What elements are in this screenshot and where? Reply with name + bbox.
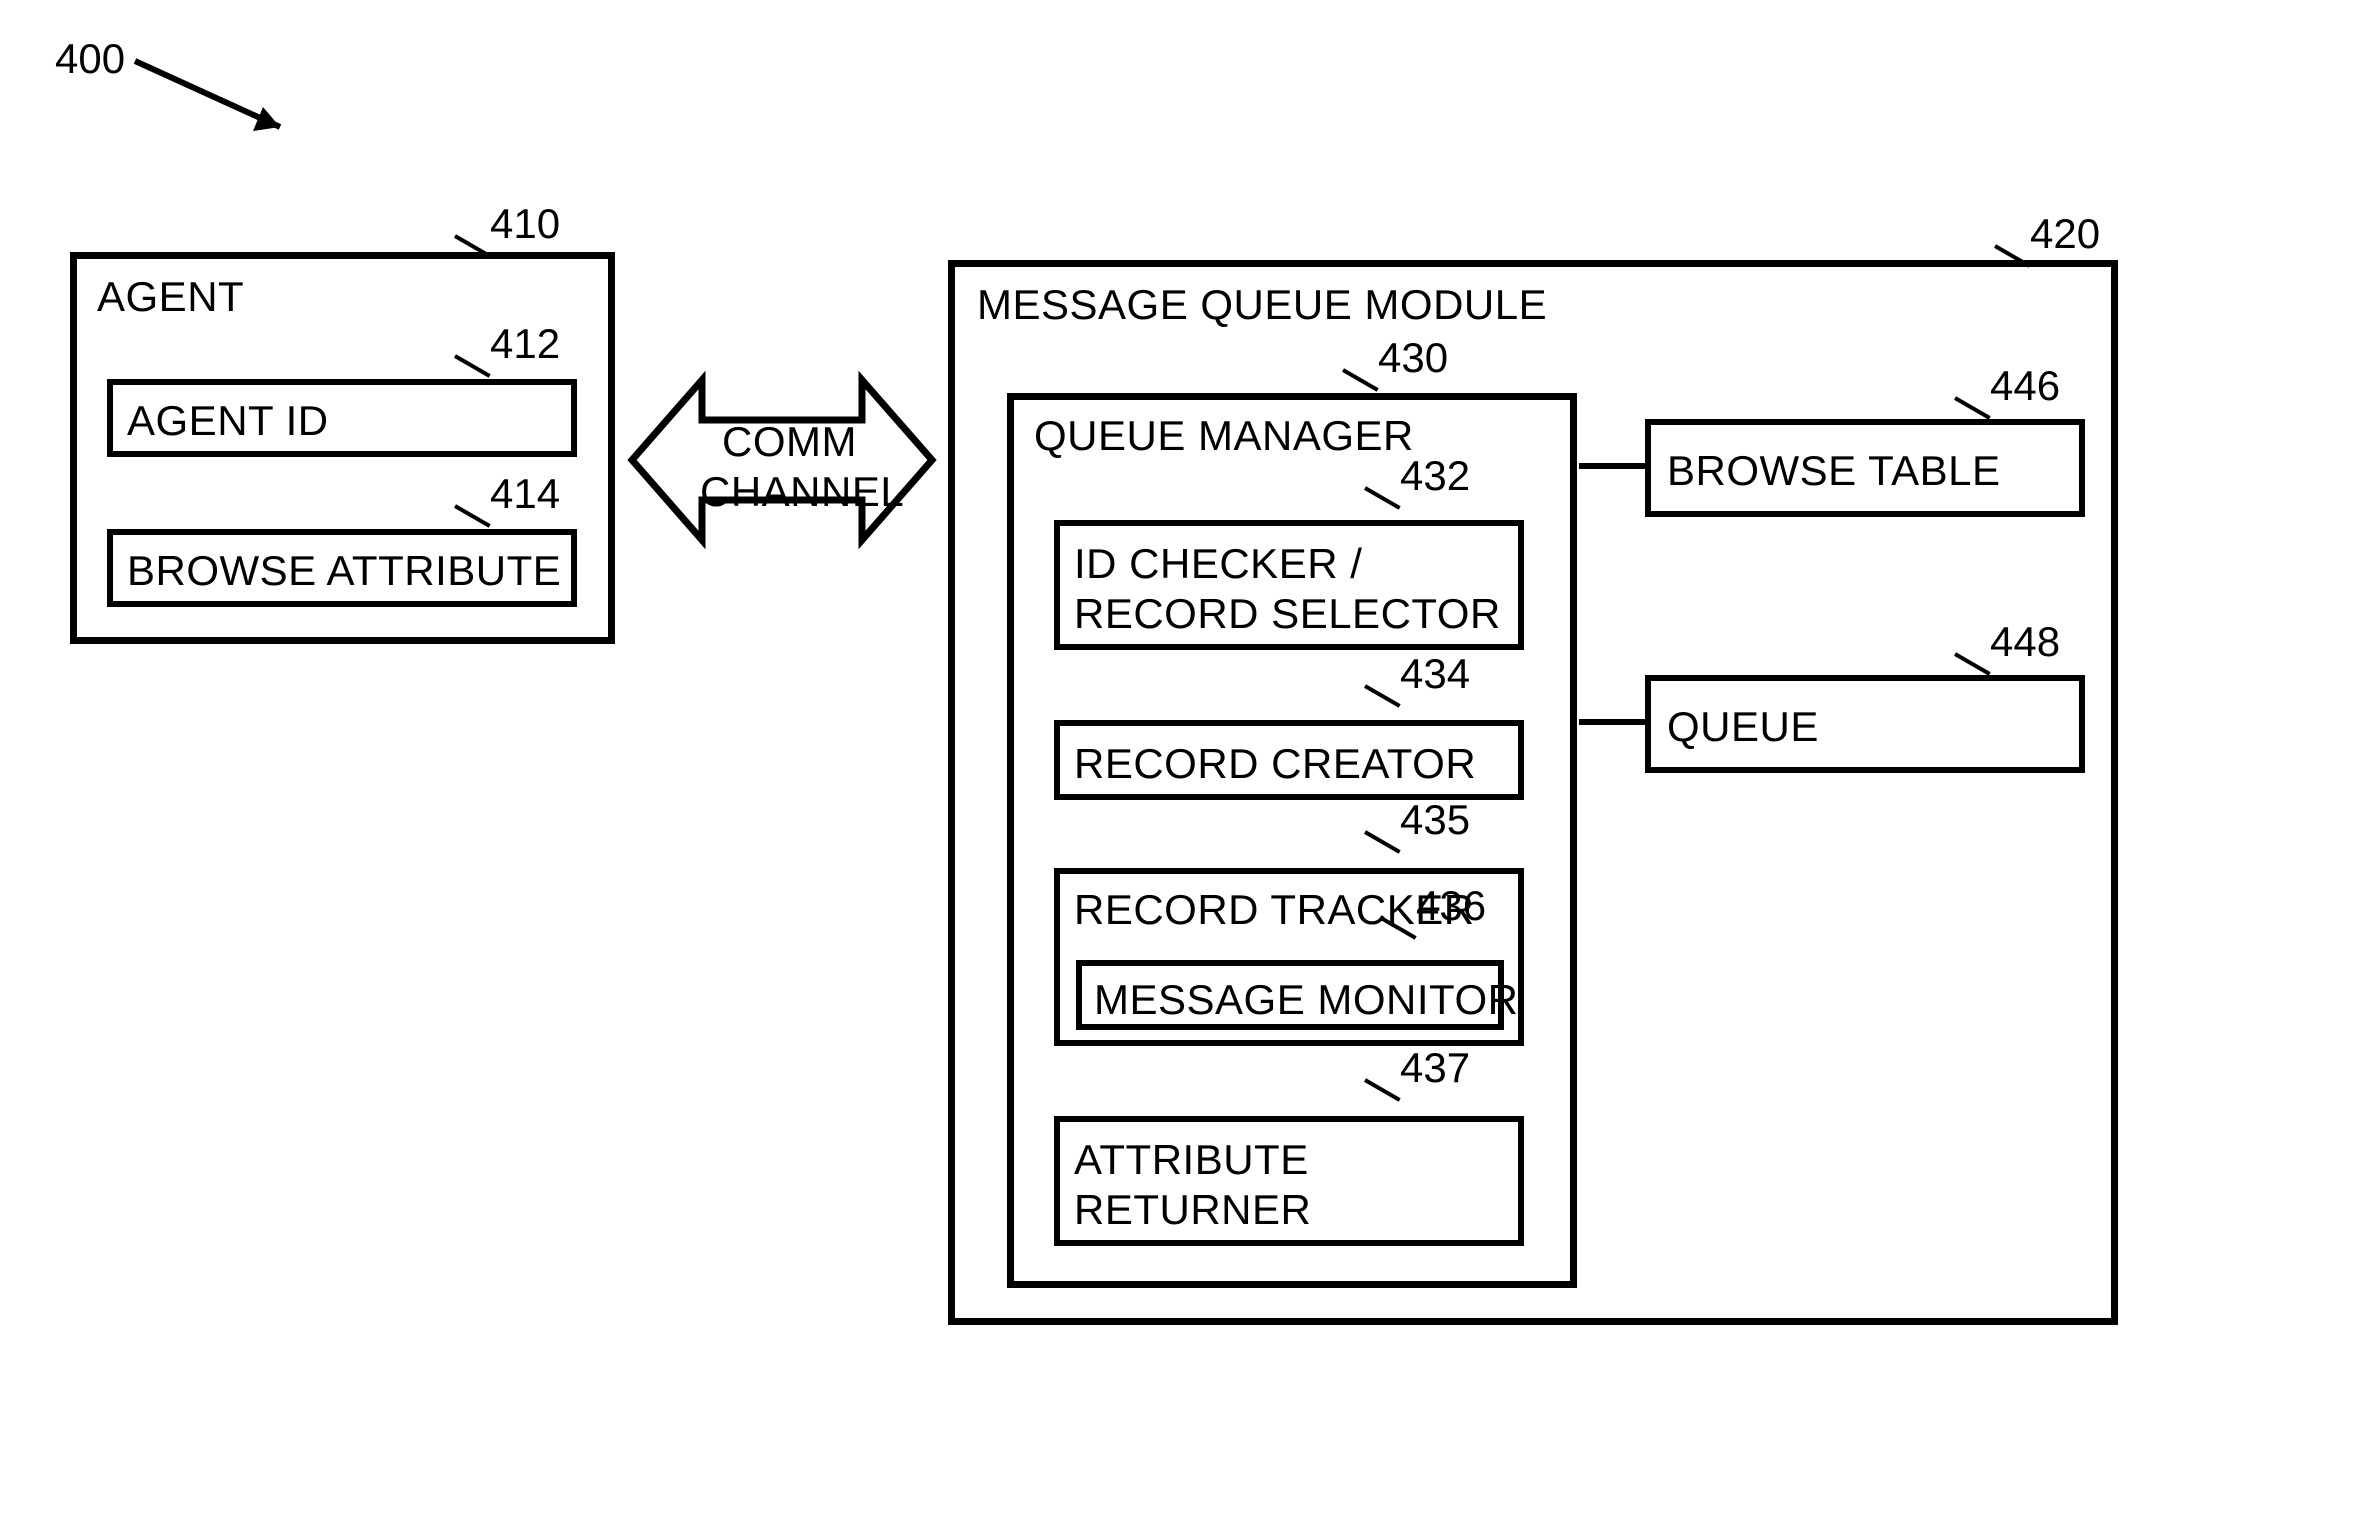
attribute-returner-line2: RETURNER bbox=[1074, 1186, 1311, 1234]
message-monitor-label: MESSAGE MONITOR bbox=[1094, 976, 1518, 1024]
queue-manager-box: QUEUE MANAGER ID CHECKER / RECORD SELECT… bbox=[1007, 393, 1577, 1288]
ref-414: 414 bbox=[490, 470, 560, 518]
ref-436: 436 bbox=[1416, 882, 1486, 930]
ref-437: 437 bbox=[1400, 1044, 1470, 1092]
ref-434: 434 bbox=[1400, 650, 1470, 698]
agent-id-label: AGENT ID bbox=[127, 397, 329, 445]
ref-446: 446 bbox=[1990, 362, 2060, 410]
figure-arrow-icon bbox=[125, 55, 315, 155]
browse-table-label: BROWSE TABLE bbox=[1667, 447, 2001, 495]
browse-table-box: BROWSE TABLE bbox=[1645, 419, 2085, 517]
ref-420: 420 bbox=[2030, 210, 2100, 258]
record-tracker-label: RECORD TRACKER bbox=[1074, 886, 1475, 934]
comm-channel-line2: CHANNEL bbox=[700, 468, 904, 516]
attribute-returner-box: ATTRIBUTE RETURNER bbox=[1054, 1116, 1524, 1246]
id-checker-box: ID CHECKER / RECORD SELECTOR bbox=[1054, 520, 1524, 650]
diagram-stage: 400 AGENT AGENT ID BROWSE ATTRIBUTE 410 … bbox=[0, 0, 2371, 1517]
agent-box: AGENT AGENT ID BROWSE ATTRIBUTE bbox=[70, 252, 615, 644]
message-monitor-box: MESSAGE MONITOR bbox=[1076, 960, 1504, 1030]
browse-attribute-box: BROWSE ATTRIBUTE bbox=[107, 529, 577, 607]
record-creator-box: RECORD CREATOR bbox=[1054, 720, 1524, 800]
ref-412: 412 bbox=[490, 320, 560, 368]
ref-430: 430 bbox=[1378, 334, 1448, 382]
queue-manager-title: QUEUE MANAGER bbox=[1034, 412, 1414, 460]
mq-module-box: MESSAGE QUEUE MODULE QUEUE MANAGER ID CH… bbox=[948, 260, 2118, 1325]
ref-435: 435 bbox=[1400, 796, 1470, 844]
mq-module-title: MESSAGE QUEUE MODULE bbox=[977, 281, 1547, 329]
ref-432: 432 bbox=[1400, 452, 1470, 500]
queue-box: QUEUE bbox=[1645, 675, 2085, 773]
agent-id-box: AGENT ID bbox=[107, 379, 577, 457]
ref-410: 410 bbox=[490, 200, 560, 248]
qm-connectors bbox=[1575, 457, 1655, 747]
agent-title: AGENT bbox=[97, 273, 244, 321]
figure-ref-400: 400 bbox=[55, 35, 125, 83]
record-creator-label: RECORD CREATOR bbox=[1074, 740, 1476, 788]
attribute-returner-line1: ATTRIBUTE bbox=[1074, 1136, 1309, 1184]
comm-channel-line1: COMM bbox=[722, 418, 857, 466]
id-checker-line2: RECORD SELECTOR bbox=[1074, 590, 1501, 638]
ref-448: 448 bbox=[1990, 618, 2060, 666]
browse-attribute-label: BROWSE ATTRIBUTE bbox=[127, 547, 561, 595]
id-checker-line1: ID CHECKER / bbox=[1074, 540, 1362, 588]
queue-label: QUEUE bbox=[1667, 703, 1819, 751]
